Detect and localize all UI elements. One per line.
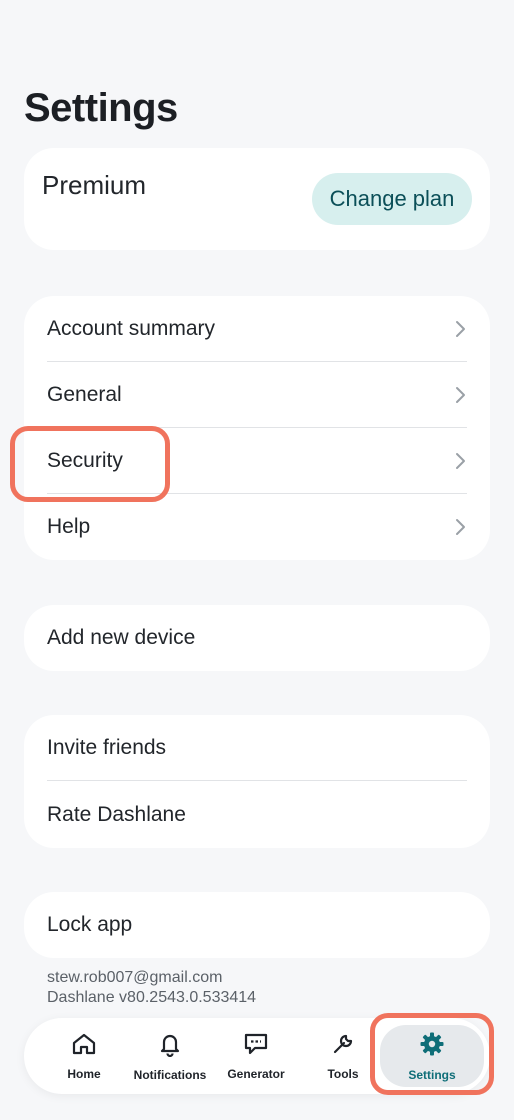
settings-item-security[interactable]: Security bbox=[47, 428, 467, 494]
chevron-right-icon bbox=[455, 452, 467, 470]
gear-icon bbox=[419, 1031, 445, 1062]
app-version: Dashlane v80.2543.0.533414 bbox=[47, 989, 257, 1006]
settings-item-label: Security bbox=[47, 449, 123, 472]
chevron-right-icon bbox=[455, 320, 467, 338]
tab-label: Tools bbox=[327, 1066, 359, 1081]
settings-group-main: Account summary General Security Help bbox=[24, 296, 490, 560]
settings-group-device: Add new device bbox=[24, 605, 490, 671]
divider bbox=[47, 780, 467, 781]
tab-settings[interactable]: Settings bbox=[380, 1025, 484, 1087]
settings-item-invite-friends[interactable]: Invite friends bbox=[47, 715, 467, 781]
change-plan-button[interactable]: Change plan bbox=[312, 173, 472, 225]
tab-tools[interactable]: Tools bbox=[302, 1018, 384, 1094]
premium-card: Premium Change plan bbox=[24, 148, 490, 250]
tab-label: Home bbox=[67, 1066, 101, 1081]
tab-generator[interactable]: Generator bbox=[216, 1018, 296, 1094]
chevron-right-icon bbox=[455, 518, 467, 536]
tab-notifications[interactable]: Notifications bbox=[128, 1018, 212, 1094]
settings-item-label: Account summary bbox=[47, 317, 216, 340]
settings-item-label: Rate Dashlane bbox=[47, 803, 186, 826]
settings-item-general[interactable]: General bbox=[47, 362, 467, 428]
wrench-icon bbox=[331, 1032, 355, 1061]
settings-group-lock: Lock app bbox=[24, 892, 490, 958]
settings-group-social: Invite friends Rate Dashlane bbox=[24, 715, 490, 848]
page-title: Settings bbox=[24, 86, 178, 130]
account-email: stew.rob007@gmail.com bbox=[47, 969, 223, 986]
tab-label: Notifications bbox=[133, 1067, 207, 1082]
settings-item-label: Lock app bbox=[47, 913, 133, 936]
settings-item-help[interactable]: Help bbox=[47, 494, 467, 560]
settings-item-rate-dashlane[interactable]: Rate Dashlane bbox=[47, 782, 467, 848]
account-info: stew.rob007@gmail.com Dashlane v80.2543.… bbox=[47, 968, 256, 1008]
plan-label: Premium bbox=[42, 170, 147, 200]
settings-item-lock-app[interactable]: Lock app bbox=[47, 892, 467, 958]
settings-item-label: Add new device bbox=[47, 626, 196, 649]
settings-item-account-summary[interactable]: Account summary bbox=[47, 296, 467, 362]
settings-item-label: General bbox=[47, 383, 122, 406]
settings-item-add-device[interactable]: Add new device bbox=[47, 605, 467, 671]
generator-icon bbox=[243, 1032, 269, 1061]
tab-label: Settings bbox=[408, 1067, 456, 1082]
home-icon bbox=[71, 1032, 97, 1061]
settings-item-label: Help bbox=[47, 515, 91, 538]
tab-home[interactable]: Home bbox=[44, 1018, 124, 1094]
bell-icon bbox=[158, 1031, 182, 1062]
bottom-tab-bar: Home Notifications Generator Tools Setti… bbox=[24, 1018, 490, 1094]
tab-label: Generator bbox=[227, 1066, 285, 1081]
chevron-right-icon bbox=[455, 386, 467, 404]
settings-item-label: Invite friends bbox=[47, 736, 167, 759]
